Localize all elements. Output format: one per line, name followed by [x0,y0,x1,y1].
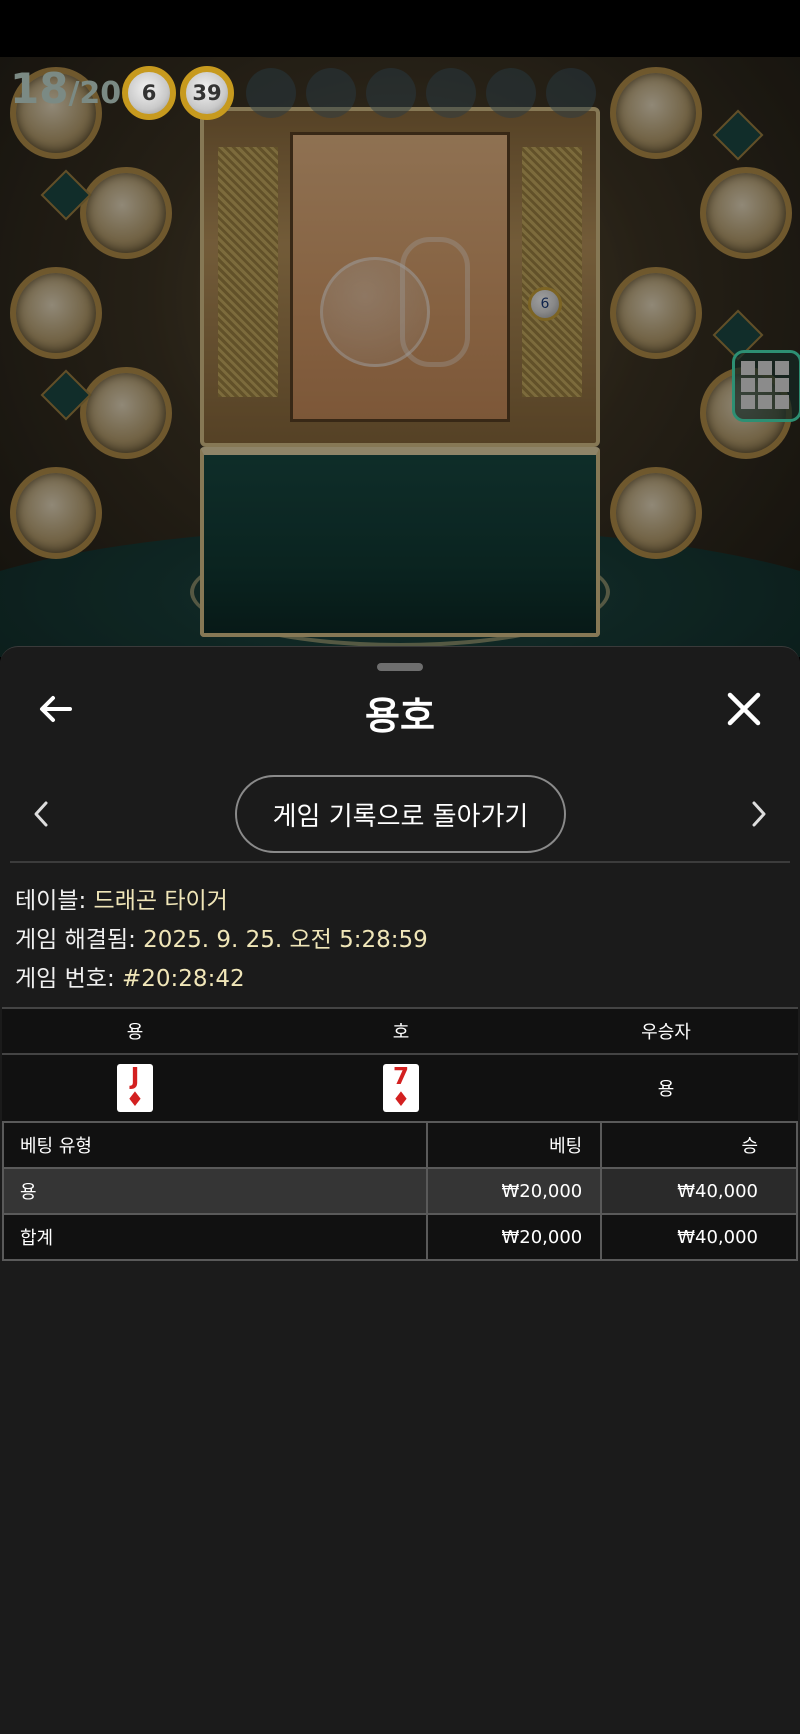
bet-amount-cell: ₩20,000 [426,1213,603,1261]
close-button[interactable] [722,687,766,731]
resolved-label: 게임 해결됨: [15,927,144,953]
chevron-right-icon [752,801,766,827]
dragon-card: J ♦ [117,1064,153,1112]
game-number-info: 게임 번호: #20:28:42 [15,959,245,993]
drawn-ball: 39 [180,66,234,120]
next-game-button[interactable] [744,797,774,831]
resolved-value: 2025. 9. 25. 오전 5:28:59 [143,927,428,953]
win-header: 승 [600,1121,798,1169]
dragon-card-cell: J ♦ [2,1053,268,1123]
winner-value: 용 [534,1053,798,1123]
empty-ball-slot [246,68,296,118]
stage-dim-overlay [0,57,800,657]
win-amount-cell: ₩40,000 [600,1167,798,1215]
live-video-stage: 6 [0,57,800,657]
bet-table: 베팅 유형 베팅 승 용 ₩20,000 ₩40,000 합계 ₩20,000 … [1,1121,798,1261]
drawn-ball: 6 [122,66,176,120]
result-table: 용 호 우승자 J ♦ 7 ♦ 용 [2,1007,798,1123]
table-row: 용 ₩20,000 ₩40,000 [1,1167,798,1215]
drag-handle[interactable] [377,663,423,671]
grid-view-button[interactable] [732,350,800,422]
tiger-card-cell: 7 ♦ [268,1053,534,1123]
game-number-value: #20:28:42 [122,966,245,992]
game-history-sheet: 용호 게임 기록으로 돌아가기 테이블: 드래곤 타이거 게임 해결됨: 202… [0,646,800,1734]
card-rank: J [130,1064,140,1090]
winner-header: 우승자 [534,1007,798,1055]
dragon-header: 용 [2,1007,268,1055]
back-to-history-button[interactable]: 게임 기록으로 돌아가기 [235,775,566,853]
table-info: 테이블: 드래곤 타이거 [15,881,228,915]
empty-ball-slot [546,68,596,118]
empty-ball-slot [366,68,416,118]
close-icon [727,692,761,726]
status-bar [0,0,800,57]
draw-current: 18 [10,64,69,113]
table-label: 테이블: [15,888,94,914]
draw-counter: 18/20 [10,64,121,113]
draw-total: /20 [68,76,122,111]
empty-ball-slot [426,68,476,118]
tiger-header: 호 [268,1007,534,1055]
arrow-left-icon [40,696,72,722]
bet-amount-cell: ₩20,000 [426,1167,603,1215]
diamond-suit-icon: ♦ [392,1087,410,1111]
card-rank: 7 [392,1064,409,1090]
game-number-label: 게임 번호: [15,966,123,992]
empty-ball-slot [486,68,536,118]
back-button[interactable] [34,687,78,731]
resolved-info: 게임 해결됨: 2025. 9. 25. 오전 5:28:59 [15,920,428,954]
table-row-total: 합계 ₩20,000 ₩40,000 [1,1213,798,1261]
previous-game-button[interactable] [26,797,56,831]
diamond-suit-icon: ♦ [126,1087,144,1111]
bet-type-cell: 합계 [1,1213,429,1261]
bet-header: 베팅 [426,1121,603,1169]
grid-icon [741,361,793,409]
chevron-left-icon [34,801,48,827]
bet-type-header: 베팅 유형 [1,1121,429,1169]
bet-type-cell: 용 [1,1167,429,1215]
tiger-card: 7 ♦ [383,1064,419,1112]
sheet-title: 용호 [365,694,435,738]
win-amount-cell: ₩40,000 [600,1213,798,1261]
divider [10,861,790,863]
empty-ball-slot [306,68,356,118]
table-value: 드래곤 타이거 [93,888,228,914]
